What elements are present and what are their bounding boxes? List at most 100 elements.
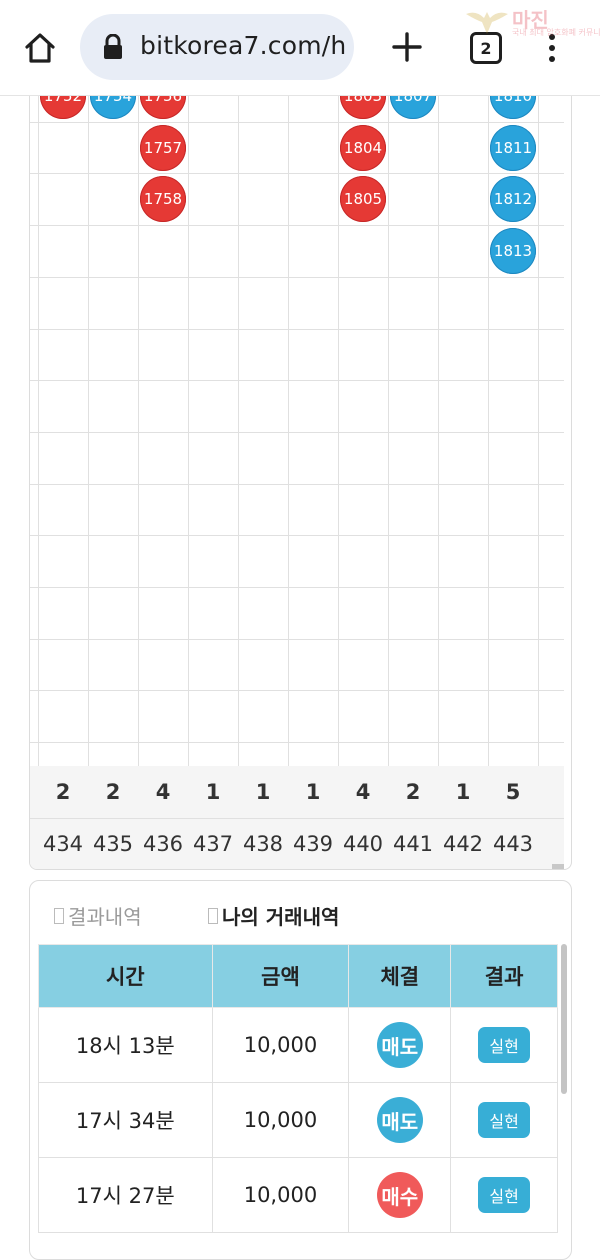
vertical-scrollbar[interactable] xyxy=(561,944,567,1094)
grid-line xyxy=(30,587,564,588)
trade-exec-cell: 매도 xyxy=(348,1007,452,1083)
result-circle: 1813 xyxy=(490,228,536,275)
trade-time: 17시 34분 xyxy=(38,1082,213,1158)
result-circle: 1757 xyxy=(140,124,186,171)
realized-badge[interactable]: 실현 xyxy=(478,1027,530,1063)
browser-toolbar: bitkorea7.com/h 2 마진 국내 최대 암호화폐 커뮤니티 xyxy=(0,0,600,96)
sell-badge: 매도 xyxy=(376,1022,423,1068)
column-count: 1 xyxy=(305,780,321,804)
grid-line xyxy=(438,96,439,869)
column-round: 442 xyxy=(442,832,484,856)
grid-line xyxy=(30,535,564,536)
grid-line xyxy=(488,96,489,869)
history-panel: 결과내역 나의 거래내역 시간 금액 체결 결과 18시 13분 10,000 매도… xyxy=(29,880,572,1260)
tab-my-trades[interactable]: 나의 거래내역 xyxy=(208,901,339,930)
column-round: 436 xyxy=(142,832,184,856)
realized-badge[interactable]: 실현 xyxy=(478,1102,530,1138)
header-exec: 체결 xyxy=(348,944,452,1008)
tab-marker-icon xyxy=(208,907,218,924)
trade-result-cell: 실현 xyxy=(450,1157,558,1233)
plus-icon xyxy=(392,32,422,62)
column-round: 439 xyxy=(292,832,334,856)
column-count: 2 xyxy=(105,780,121,804)
grid-line xyxy=(30,173,564,174)
column-count: 4 xyxy=(355,780,371,804)
result-circle: 1752 xyxy=(40,96,86,119)
column-round: 440 xyxy=(342,832,384,856)
result-circle: 1804 xyxy=(340,124,386,171)
grid-line xyxy=(288,96,289,869)
grid-line xyxy=(138,96,139,869)
tab-mine-label: 나의 거래내역 xyxy=(222,905,340,929)
grid-line xyxy=(38,96,39,869)
more-menu-button[interactable] xyxy=(540,30,564,66)
grid-line xyxy=(30,380,564,381)
new-tab-button[interactable] xyxy=(386,26,428,68)
menu-dot-icon xyxy=(549,45,555,51)
column-round: 438 xyxy=(242,832,284,856)
column-count: 2 xyxy=(55,780,71,804)
column-round: 441 xyxy=(392,832,434,856)
grid-line xyxy=(30,432,564,433)
grid-line xyxy=(30,225,564,226)
table-body: 18시 13분 10,000 매도 실현 17시 34분 10,000 매도 실현 17시 27… xyxy=(38,1007,558,1233)
home-button[interactable] xyxy=(18,26,62,70)
column-count: 1 xyxy=(30,766,38,818)
column-count: 2 xyxy=(405,780,421,804)
watermark-brand: 마진 xyxy=(512,8,549,32)
trade-exec-cell: 매수 xyxy=(348,1157,452,1233)
grid-line xyxy=(30,639,564,640)
column-count: 4 xyxy=(155,780,171,804)
home-icon xyxy=(25,33,55,63)
column-round: 33 xyxy=(30,818,38,869)
header-result: 결과 xyxy=(450,944,558,1008)
lock-icon xyxy=(104,34,122,59)
tab-marker-icon xyxy=(54,907,64,924)
result-circle: 1805 xyxy=(340,176,386,223)
result-circle: 1812 xyxy=(490,176,536,223)
result-circle: 1810 xyxy=(490,96,536,119)
table-row: 18시 13분 10,000 매도 실현 xyxy=(38,1007,558,1083)
address-bar[interactable]: bitkorea7.com/h xyxy=(80,14,354,80)
column-round: 437 xyxy=(192,832,234,856)
result-circle: 1803 xyxy=(340,96,386,119)
table-row: 17시 27분 10,000 매수 실현 xyxy=(38,1157,558,1233)
column-count: 5 xyxy=(505,780,521,804)
table-header-row: 시간 금액 체결 결과 xyxy=(38,944,558,1008)
tab-result-label: 결과내역 xyxy=(68,905,142,929)
trade-exec-cell: 매도 xyxy=(348,1082,452,1158)
column-count: 1 xyxy=(205,780,221,804)
grid-line xyxy=(338,96,339,869)
trade-history-table: 시간 금액 체결 결과 18시 13분 10,000 매도 실현 17시 34분 10,0… xyxy=(38,944,558,1233)
column-count: 1 xyxy=(255,780,271,804)
trade-amount: 10,000 xyxy=(211,1007,350,1083)
grid-line xyxy=(188,96,189,869)
url-text: bitkorea7.com/h xyxy=(140,31,347,60)
grid-line xyxy=(30,329,564,330)
column-round: 443 xyxy=(492,832,534,856)
menu-dot-icon xyxy=(549,56,555,62)
header-amount: 금액 xyxy=(211,944,350,1008)
grid-line xyxy=(30,122,564,123)
result-board: 1331752243417542435175617571758443614371… xyxy=(29,96,572,870)
result-circle: 1811 xyxy=(490,124,536,171)
result-circle: 1758 xyxy=(140,176,186,223)
grid-line xyxy=(30,690,564,691)
result-circle: 1807 xyxy=(390,96,436,119)
column-count: 1 xyxy=(455,780,471,804)
trade-amount: 10,000 xyxy=(211,1082,350,1158)
trade-result-cell: 실현 xyxy=(450,1007,558,1083)
realized-badge[interactable]: 실현 xyxy=(478,1177,530,1213)
grid-line xyxy=(538,96,539,869)
column-round: 435 xyxy=(92,832,134,856)
trade-time: 17시 27분 xyxy=(38,1157,213,1233)
horizontal-scroll-handle[interactable] xyxy=(552,864,564,869)
grid-line xyxy=(30,484,564,485)
grid-line xyxy=(88,96,89,869)
result-circle: 1754 xyxy=(90,96,136,119)
tab-result-history[interactable]: 결과내역 xyxy=(54,901,142,930)
grid-line xyxy=(238,96,239,869)
sell-badge: 매도 xyxy=(376,1097,423,1143)
tab-switcher-button[interactable]: 2 xyxy=(470,32,502,64)
column-round: 434 xyxy=(42,832,84,856)
